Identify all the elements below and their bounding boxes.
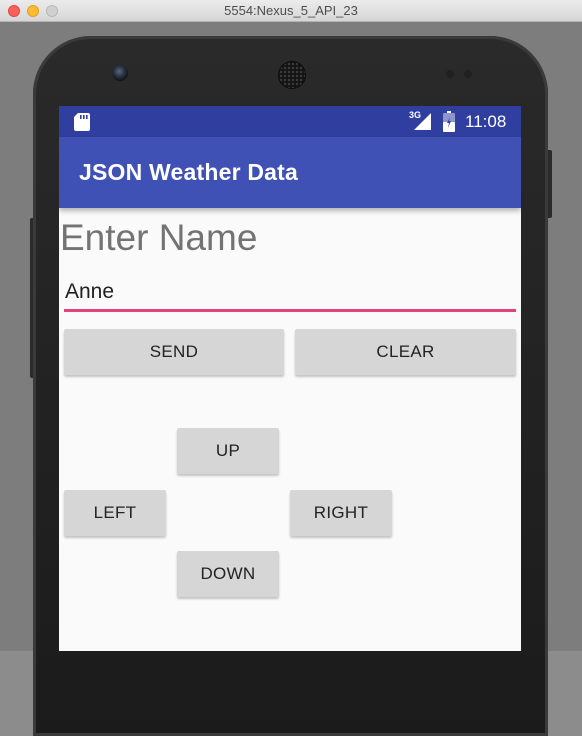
status-clock: 11:08 (465, 112, 507, 131)
earpiece-speaker-icon (278, 61, 306, 89)
left-button[interactable]: LEFT (64, 490, 166, 536)
name-input[interactable] (64, 276, 516, 312)
app-title: JSON Weather Data (79, 159, 298, 185)
proximity-sensor-icon (446, 70, 454, 78)
battery-icon (443, 111, 455, 132)
clear-button[interactable]: CLEAR (295, 329, 516, 375)
app-bar: JSON Weather Data (59, 137, 521, 208)
down-button[interactable]: DOWN (177, 551, 279, 597)
front-camera-icon (112, 65, 128, 81)
enter-name-label: Enter Name (60, 217, 258, 258)
sd-card-icon (74, 113, 90, 131)
up-button[interactable]: UP (177, 428, 279, 474)
send-button[interactable]: SEND (64, 329, 284, 375)
right-button[interactable]: RIGHT (290, 490, 392, 536)
signal-icon (414, 113, 431, 130)
light-sensor-icon (464, 70, 472, 78)
device-screen: 3G 11:08 JSON Weather Data Enter Name SE… (59, 106, 521, 651)
status-bar: 3G 11:08 (59, 106, 521, 137)
window-title: 5554:Nexus_5_API_23 (224, 3, 358, 18)
window-title-bar: 5554:Nexus_5_API_23 (0, 0, 582, 22)
